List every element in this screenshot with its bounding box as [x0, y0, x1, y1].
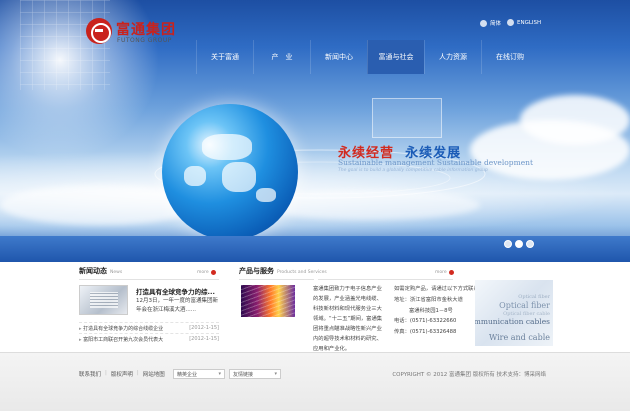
globe-image: [162, 104, 298, 240]
nav-item-society[interactable]: 富通与社会: [367, 40, 424, 74]
news-list: 打造具有全球竞争力的综合线缆企业 [2012-1-15] 富阳市工商联召开第九次…: [79, 322, 219, 344]
contact-intro: 如需定购产品，请通过以下方式联系我们：: [394, 286, 495, 292]
divider: [79, 279, 219, 280]
slide-indicators: [504, 240, 534, 248]
cable-label-optical-fiber: Optical fiber: [499, 301, 550, 310]
news-header: 新闻动态 News: [79, 266, 122, 278]
news-title: 新闻动态: [79, 267, 107, 275]
footer-link-contact[interactable]: 联系我们: [79, 370, 101, 378]
cloud-decoration: [520, 95, 630, 145]
divider: [239, 279, 314, 280]
cable-label-wire: Wire and cable: [489, 333, 550, 342]
news-more-link[interactable]: more: [197, 270, 216, 275]
copyright-text: COPYRIGHT © 2012 富通集团 版权所有 技术支持：博采网络: [392, 372, 546, 378]
news-title-en: News: [110, 270, 123, 275]
nav-item-order[interactable]: 在线订购: [481, 40, 538, 74]
nav-item-news[interactable]: 新闻中心: [310, 40, 367, 74]
products-header: 产品与服务 Products and Services: [239, 266, 327, 278]
logo-emblem-icon: [86, 18, 112, 44]
divider: [318, 279, 453, 280]
elite-enterprise-select-value: 精英企业: [177, 371, 198, 378]
globe-icon: [480, 19, 487, 27]
news-item-date: [2012-1-15]: [189, 336, 219, 342]
contact-fax: 传真：(0571)-63326488: [394, 329, 457, 336]
chevron-down-icon: ▾: [218, 371, 221, 377]
news-item-title: 富阳市工商联召开第九次会员代表大: [79, 336, 163, 343]
products-title-en: Products and Services: [277, 270, 327, 275]
footer-links: 联系我们 | 版权声明 | 网站地图: [79, 370, 165, 378]
logo-text-en: FUTONG GROUP: [117, 37, 172, 44]
contact-address: 地址：浙江省富阳市金秋大道: [394, 296, 463, 303]
arrow-icon: [210, 270, 216, 275]
footer-link-copyright[interactable]: 版权声明: [111, 370, 133, 378]
product-image[interactable]: [241, 285, 295, 317]
footer: 联系我们 | 版权声明 | 网站地图 精英企业 ▾ 友情链接 ▾ COPYRIG…: [0, 352, 630, 411]
arrow-icon: [448, 270, 454, 275]
footer-link-sitemap[interactable]: 网站地图: [143, 370, 165, 378]
slide-dot-2[interactable]: [515, 240, 523, 248]
news-list-item[interactable]: 打造具有全球竞争力的综合线缆企业 [2012-1-15]: [79, 322, 219, 333]
slide-dot-1[interactable]: [504, 240, 512, 248]
cable-products-image[interactable]: Optical fiber Optical fiber Optical fibe…: [475, 280, 553, 346]
elite-enterprise-select[interactable]: 精英企业 ▾: [173, 369, 225, 379]
contact-phone: 电话：(0571)-63322660: [394, 318, 457, 325]
news-list-item[interactable]: 富阳市工商联召开第九次会员代表大 [2012-1-15]: [79, 333, 219, 344]
lang-switch-cn[interactable]: 简体: [480, 19, 501, 27]
products-more-link[interactable]: more: [435, 270, 454, 275]
news-headline[interactable]: 打造具有全球竞争力的综...: [136, 286, 215, 296]
contact-info: 如需定购产品，请通过以下方式联系我们： 地址：浙江省富阳市金秋大道 富通科技园1…: [394, 284, 495, 338]
lang-switch-en[interactable]: ENGLISH: [507, 19, 541, 26]
news-thumbnail[interactable]: [79, 285, 128, 315]
friend-links-select-value: 友情链接: [233, 371, 254, 378]
contact-address-line2: 富通科技园1－8号: [409, 307, 453, 314]
company-logo[interactable]: 富通集团 FUTONG GROUP: [86, 16, 175, 46]
globe-icon: [507, 19, 514, 26]
banner-bottom-band: [0, 236, 630, 262]
news-item-date: [2012-1-15]: [189, 325, 219, 331]
slide-dot-3[interactable]: [526, 240, 534, 248]
news-summary: 12月3日，一年一度的富通集团新年会在浙江梅溪大酒......: [136, 298, 218, 313]
nav-item-about[interactable]: 关于富通: [196, 40, 253, 74]
cable-label-communication: Communication cables: [475, 317, 550, 326]
main-nav: 关于富通 产 业 新闻中心 富通与社会 人力资源 在线订购: [196, 40, 538, 74]
lang-cn-label: 简体: [490, 21, 502, 27]
logo-text-cn: 富通集团: [116, 22, 176, 38]
news-item-title: 打造具有全球竞争力的综合线缆企业: [79, 325, 163, 332]
chevron-down-icon: ▾: [274, 371, 277, 377]
nav-item-hr[interactable]: 人力资源: [424, 40, 481, 74]
banner-slogan-en: Sustainable management Sustainable devel…: [338, 158, 533, 167]
products-more-label: more: [435, 270, 447, 275]
friend-links-select[interactable]: 友情链接 ▾: [229, 369, 281, 379]
cable-label-optical-fiber-small: Optical fiber: [518, 294, 550, 300]
lang-en-label: ENGLISH: [517, 19, 542, 26]
products-title: 产品与服务: [239, 267, 274, 275]
product-description: 富通集团致力于电子信息产业的发展，产业涵盖光电线缆、科技新材料和现代服务业三大领…: [313, 286, 383, 352]
news-more-label: more: [197, 270, 209, 275]
nav-item-industry[interactable]: 产 业: [253, 40, 310, 74]
banner-slogan-sub: The goal is to build a globally competit…: [338, 168, 488, 173]
